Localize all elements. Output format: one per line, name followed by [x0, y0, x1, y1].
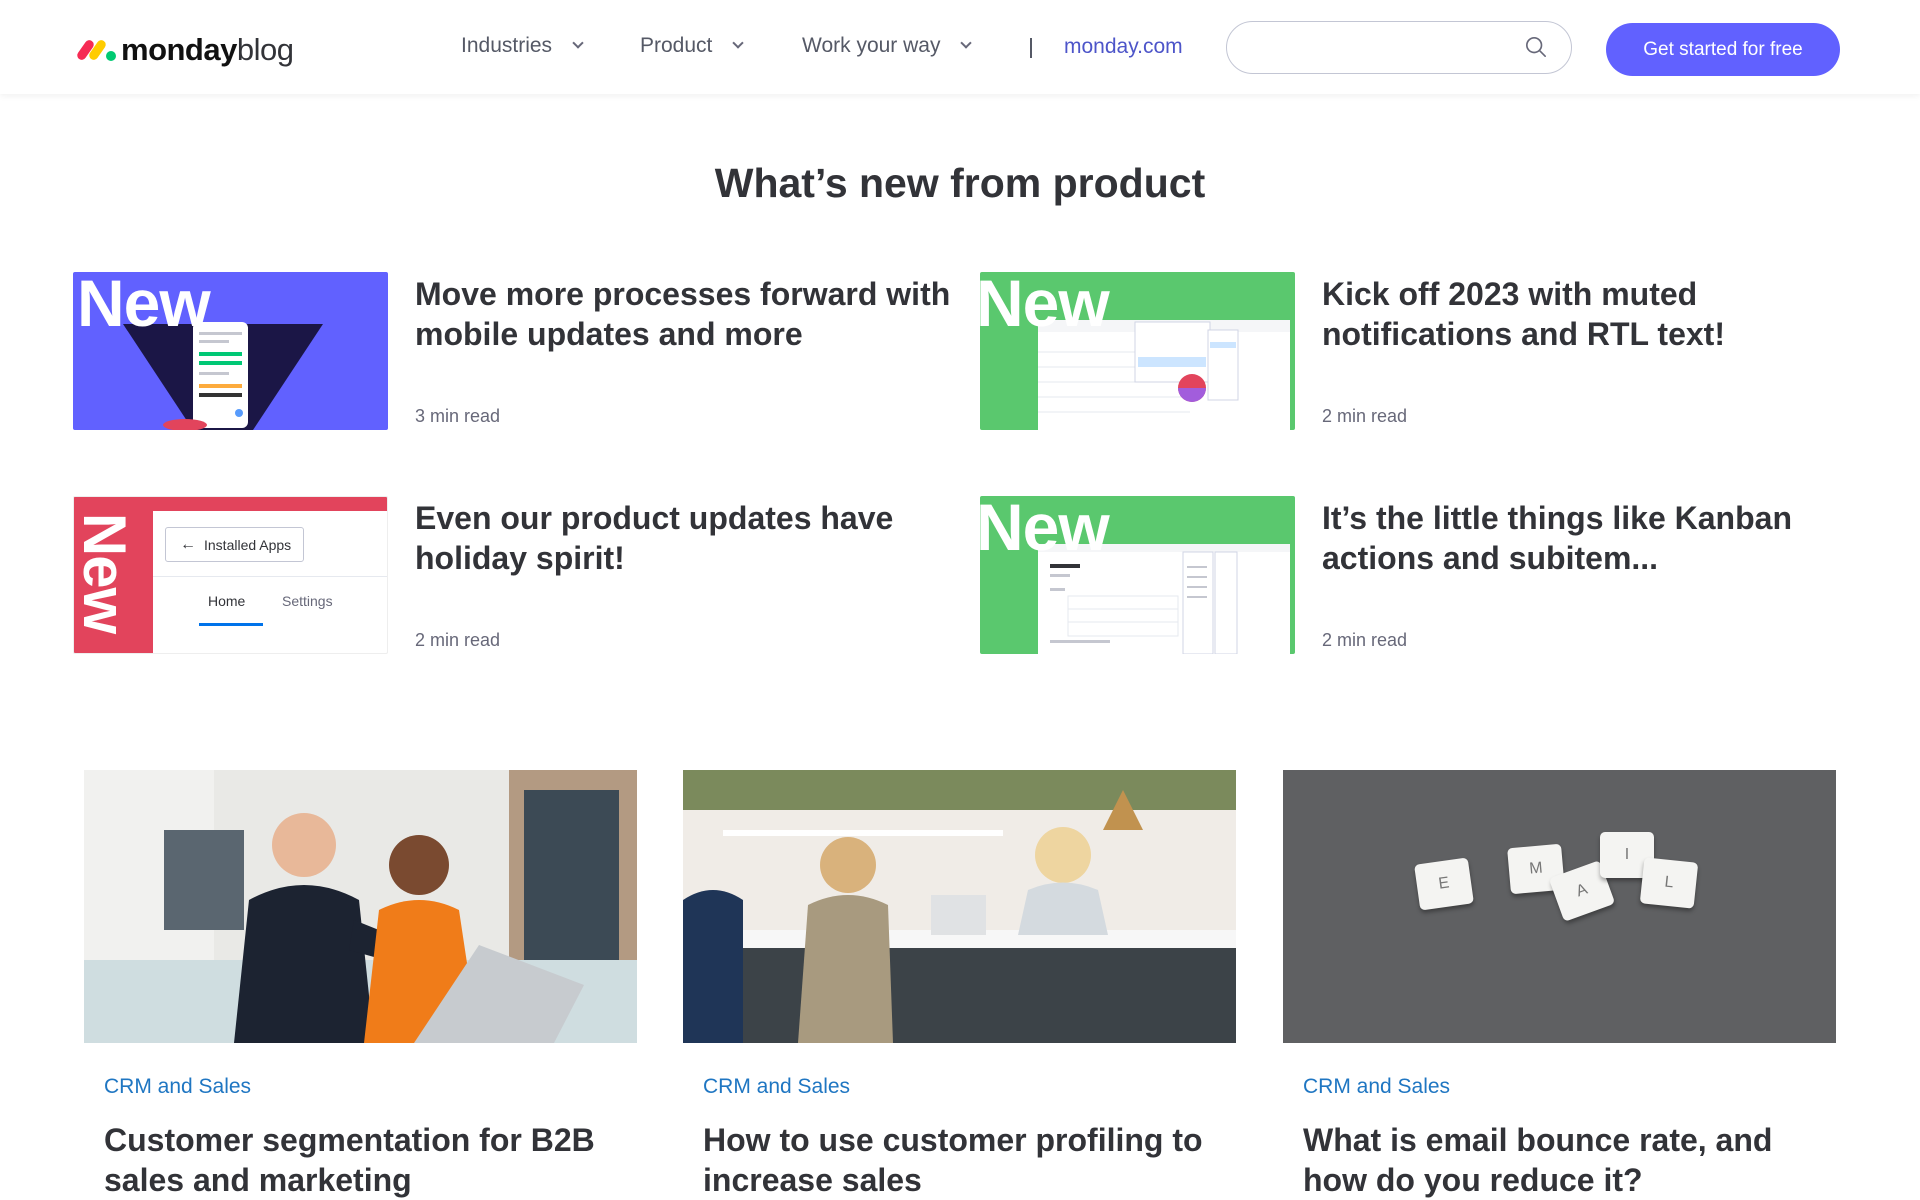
nav-industries[interactable]: Industries	[461, 34, 584, 58]
product-card-title[interactable]: It’s the little things like Kanban actio…	[1322, 498, 1862, 578]
read-time: 2 min read	[415, 630, 501, 650]
nav-work-your-way[interactable]: Work your way	[802, 34, 973, 58]
blog-card-image[interactable]	[84, 770, 637, 1043]
blog-category-link[interactable]: CRM and Sales	[104, 1075, 251, 1099]
read-time: 3 min read	[415, 406, 501, 426]
product-card-holiday-spirit[interactable]: New ← Installed Apps Home Settings Even …	[73, 496, 953, 654]
blog-card-image[interactable]: E M A I L	[1283, 770, 1836, 1043]
nav-divider	[1030, 38, 1032, 58]
search-icon[interactable]	[1525, 36, 1547, 58]
logo-light-text: blog	[236, 32, 294, 67]
chevron-down-icon	[732, 37, 745, 49]
monday-blog-logo[interactable]: mondayblog	[75, 30, 294, 70]
search-input[interactable]	[1247, 30, 1517, 66]
arrow-left-icon: ←	[180, 535, 196, 553]
new-label: New	[77, 272, 211, 340]
nav-industries-label: Industries	[461, 34, 553, 57]
chevron-down-icon	[960, 37, 973, 49]
product-card-mobile-updates[interactable]: New Move more processes forward with mob…	[73, 272, 953, 430]
installed-apps-label: Installed Apps	[204, 536, 292, 553]
product-card-title[interactable]: Even our product updates have holiday sp…	[415, 498, 955, 578]
product-thumbnail[interactable]: New	[980, 496, 1295, 654]
product-thumbnail[interactable]: New	[73, 272, 388, 430]
blog-card-title[interactable]: How to use customer profiling to increas…	[703, 1120, 1223, 1200]
monday-logo-icon	[75, 37, 117, 63]
blog-card-title[interactable]: What is email bounce rate, and how do yo…	[1303, 1120, 1823, 1200]
logo-bold-text: monday	[121, 32, 237, 67]
monday-com-link[interactable]: monday.com	[1064, 35, 1183, 59]
product-card-title[interactable]: Move more processes forward with mobile …	[415, 274, 955, 354]
product-thumbnail[interactable]: New ← Installed Apps Home Settings	[73, 496, 388, 654]
read-time: 2 min read	[1322, 406, 1408, 426]
read-time: 2 min read	[1322, 630, 1408, 650]
two-men-at-laptop-photo	[84, 770, 637, 1043]
new-label: New	[980, 496, 1110, 564]
blog-category-link[interactable]: CRM and Sales	[1303, 1075, 1450, 1099]
site-header: mondayblog Industries Product Work your …	[0, 0, 1920, 94]
tab-settings-label: Settings	[282, 593, 333, 609]
blog-card-title[interactable]: Customer segmentation for B2B sales and …	[104, 1120, 624, 1200]
blog-card-image[interactable]	[683, 770, 1236, 1043]
chevron-down-icon	[572, 37, 584, 49]
get-started-button[interactable]: Get started for free	[1606, 23, 1840, 76]
tab-home-label: Home	[208, 593, 246, 609]
active-tab-indicator	[199, 623, 263, 626]
nav-product[interactable]: Product	[640, 34, 745, 58]
nav-product-label: Product	[640, 34, 713, 57]
new-label: New	[980, 272, 1110, 340]
product-card-muted-notifications[interactable]: New Kick off 2023 with muted notificatio…	[980, 272, 1860, 430]
letter-tile: L	[1639, 857, 1699, 909]
nav-work-your-way-label: Work your way	[802, 34, 941, 57]
search-box[interactable]	[1226, 21, 1572, 74]
installed-apps-button: ← Installed Apps	[165, 527, 304, 562]
shop-counter-photo	[683, 770, 1236, 1043]
section-title: What’s new from product	[714, 160, 1206, 206]
product-thumbnail[interactable]: New	[980, 272, 1295, 430]
product-card-kanban-actions[interactable]: New It’s the little things like Kanban a…	[980, 496, 1860, 654]
letter-tile: E	[1414, 857, 1474, 911]
product-card-title[interactable]: Kick off 2023 with muted notifications a…	[1322, 274, 1862, 354]
new-label: New	[73, 512, 139, 634]
blog-category-link[interactable]: CRM and Sales	[703, 1075, 850, 1099]
